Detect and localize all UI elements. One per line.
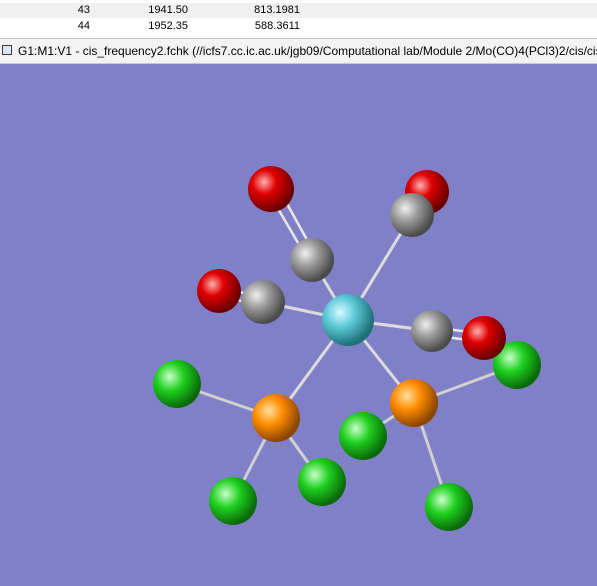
carbon-atom xyxy=(411,310,453,352)
chlorine-atom xyxy=(339,412,387,460)
chlorine-atom xyxy=(425,483,473,531)
frequency-cell: 1952.35 xyxy=(148,20,188,32)
atoms[interactable] xyxy=(153,166,541,531)
viewer-window-titlebar[interactable]: G1:M1:V1 - cis_frequency2.fchk (//icfs7.… xyxy=(0,38,597,64)
mode-cell: 43 xyxy=(77,4,90,16)
frequency-cell: 1941.50 xyxy=(148,4,188,16)
chlorine-atom xyxy=(153,360,201,408)
carbon-atom xyxy=(390,193,434,237)
molecule-viewport[interactable] xyxy=(0,64,597,586)
molecule-3d-view[interactable] xyxy=(0,64,597,586)
window-title: G1:M1:V1 - cis_frequency2.fchk (//icfs7.… xyxy=(18,44,597,58)
phosphorus-atom xyxy=(390,379,438,427)
window-icon xyxy=(2,45,12,55)
carbon-atom xyxy=(241,280,285,324)
frequency-table: 43 1941.50 813.1981 44 1952.35 588.3611 xyxy=(0,0,597,34)
molybdenum-atom xyxy=(322,294,374,346)
table-row[interactable]: 43 1941.50 813.1981 xyxy=(0,3,597,18)
oxygen-atom xyxy=(248,166,294,212)
intensity-cell: 588.3611 xyxy=(254,20,300,32)
carbon-atom xyxy=(290,238,334,282)
chlorine-atom xyxy=(298,458,346,506)
intensity-cell: 813.1981 xyxy=(254,4,300,16)
mode-cell: 44 xyxy=(77,20,90,32)
chlorine-atom xyxy=(209,477,257,525)
oxygen-atom xyxy=(462,316,506,360)
phosphorus-atom xyxy=(252,394,300,442)
oxygen-atom xyxy=(197,269,241,313)
table-row[interactable]: 44 1952.35 588.3611 xyxy=(0,19,597,34)
